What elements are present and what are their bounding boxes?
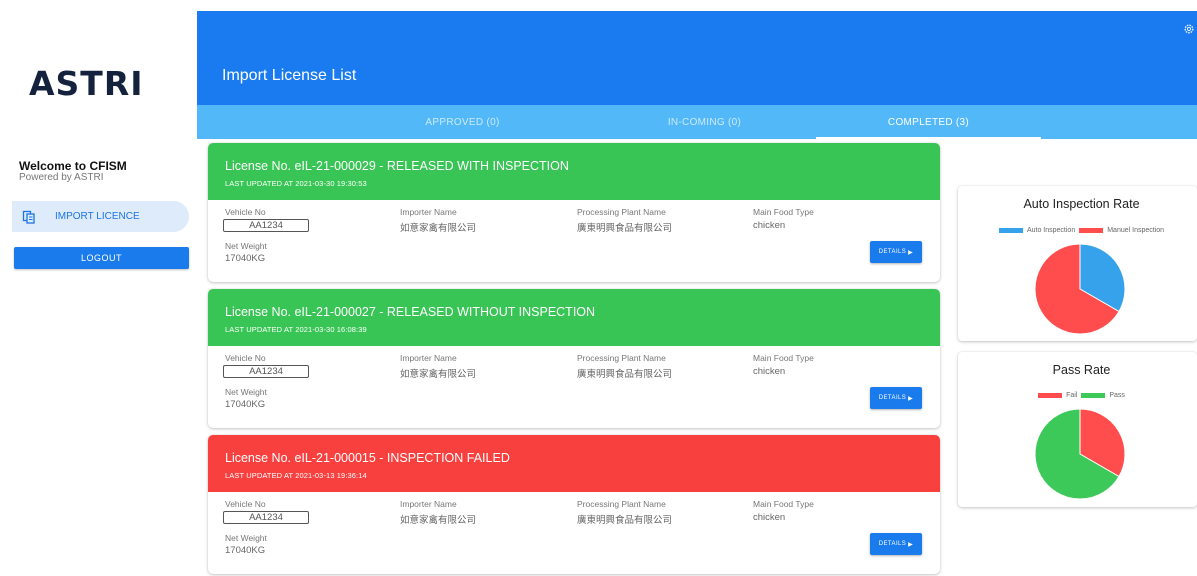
weight-value: 17040KG: [225, 399, 266, 410]
last-updated: LAST UPDATED AT 2021-03-30 16:08:39: [225, 325, 367, 334]
vehicle-no-value: AA1234: [223, 365, 309, 378]
last-updated: LAST UPDATED AT 2021-03-30 19:30:53: [225, 179, 367, 188]
vehicle-label: Vehicle No: [225, 207, 266, 217]
importer-value: 如意家禽有限公司: [400, 369, 477, 380]
weight-label: Net Weight: [225, 387, 267, 397]
license-title: License No. eIL-21-000029 - RELEASED WIT…: [225, 159, 569, 173]
importer-label: Importer Name: [400, 353, 457, 363]
vehicle-no-value: AA1234: [223, 219, 309, 232]
chart-title: Auto Inspection Rate: [1023, 197, 1140, 211]
legend-label: Pass: [1109, 392, 1125, 399]
importer-label: Importer Name: [400, 207, 457, 217]
plant-label: Processing Plant Name: [577, 353, 666, 363]
legend-item: Fail: [1038, 392, 1077, 399]
legend-label: Fail: [1066, 392, 1078, 399]
legend-swatch: [1079, 228, 1104, 233]
vehicle-no-value: AA1234: [223, 511, 309, 524]
license-card-header: License No. eIL-21-000015 - INSPECTION F…: [208, 435, 940, 492]
play-arrow-icon: ▶: [908, 249, 914, 256]
plant-label: Processing Plant Name: [577, 499, 666, 509]
powered-by-text: Powered by ASTRI: [19, 172, 104, 183]
play-arrow-icon: ▶: [908, 541, 914, 548]
welcome-text: Welcome to CFISM: [19, 159, 127, 173]
last-updated: LAST UPDATED AT 2021-03-13 19:36:14: [225, 471, 367, 480]
details-label: DETAILS: [878, 541, 907, 547]
legend-swatch: [1081, 393, 1106, 398]
food-type-value: chicken: [753, 366, 786, 377]
details-button[interactable]: DETAILS ▶: [870, 533, 922, 555]
license-card-header: License No. eIL-21-000027 - RELEASED WIT…: [208, 289, 940, 346]
astri-logo: ASTRI: [29, 64, 144, 103]
sidebar-item-label: IMPORT LICENCE: [55, 211, 140, 222]
license-card: License No. eIL-21-000015 - INSPECTION F…: [208, 435, 940, 574]
food-type-value: chicken: [753, 220, 786, 231]
weight-value: 17040KG: [225, 545, 266, 556]
sidebar: ASTRI Welcome to CFISM Powered by ASTRI …: [0, 0, 197, 576]
details-label: DETAILS: [878, 249, 907, 255]
license-card: License No. eIL-21-000027 - RELEASED WIT…: [208, 289, 940, 428]
vehicle-label: Vehicle No: [225, 499, 266, 509]
chart-legend: Fail Pass: [958, 392, 1197, 399]
plant-value: 廣東明興食品有限公司: [577, 515, 673, 526]
importer-value: 如意家禽有限公司: [400, 223, 477, 234]
auto-inspection-chart-panel: Auto Inspection Rate Auto Inspection Man…: [958, 186, 1197, 341]
play-arrow-icon: ▶: [908, 395, 914, 402]
tab-incoming[interactable]: IN-COMING (0): [592, 105, 817, 139]
plant-value: 廣東明興食品有限公司: [577, 369, 673, 380]
license-title: License No. eIL-21-000015 - INSPECTION F…: [225, 451, 510, 465]
app-header: Import License List: [197, 11, 1197, 105]
gear-icon[interactable]: [1183, 22, 1195, 34]
status-tabs: APPROVED (0) IN-COMING (0) COMPLETED (3): [197, 105, 1197, 139]
vehicle-label: Vehicle No: [225, 353, 266, 363]
weight-label: Net Weight: [225, 241, 267, 251]
food-type-label: Main Food Type: [753, 353, 814, 363]
legend-label: Auto Inspection: [1026, 227, 1076, 234]
food-type-label: Main Food Type: [753, 207, 814, 217]
legend-item: Manuel Inspection: [1079, 227, 1164, 234]
pass-rate-chart-panel: Pass Rate Fail Pass: [958, 352, 1197, 507]
weight-label: Net Weight: [225, 533, 267, 543]
weight-value: 17040KG: [225, 253, 266, 264]
chart-title: Pass Rate: [1052, 363, 1111, 377]
document-copy-icon: [22, 210, 36, 224]
pass-rate-pie: [1034, 408, 1126, 500]
chart-legend: Auto Inspection Manuel Inspection: [958, 227, 1197, 234]
license-card-header: License No. eIL-21-000029 - RELEASED WIT…: [208, 143, 940, 200]
legend-swatch: [1038, 393, 1063, 398]
plant-value: 廣東明興食品有限公司: [577, 223, 673, 234]
tab-completed[interactable]: COMPLETED (3): [816, 105, 1041, 139]
importer-label: Importer Name: [400, 499, 457, 509]
tab-approved[interactable]: APPROVED (0): [350, 105, 575, 139]
legend-swatch: [998, 228, 1023, 233]
license-title: License No. eIL-21-000027 - RELEASED WIT…: [225, 305, 596, 319]
legend-item: Auto Inspection: [998, 227, 1076, 234]
auto-inspection-pie: [1034, 243, 1126, 335]
logout-button[interactable]: LOGOUT: [14, 247, 189, 269]
details-button[interactable]: DETAILS ▶: [870, 241, 922, 263]
importer-value: 如意家禽有限公司: [400, 515, 477, 526]
page-title: Import License List: [222, 67, 357, 84]
license-card: License No. eIL-21-000029 - RELEASED WIT…: [208, 143, 940, 282]
sidebar-item-import-licence[interactable]: IMPORT LICENCE: [12, 201, 189, 232]
food-type-value: chicken: [753, 512, 786, 523]
details-button[interactable]: DETAILS ▶: [870, 387, 922, 409]
legend-label: Manuel Inspection: [1107, 227, 1165, 234]
plant-label: Processing Plant Name: [577, 207, 666, 217]
details-label: DETAILS: [878, 395, 907, 401]
food-type-label: Main Food Type: [753, 499, 814, 509]
legend-item: Pass: [1081, 392, 1125, 399]
